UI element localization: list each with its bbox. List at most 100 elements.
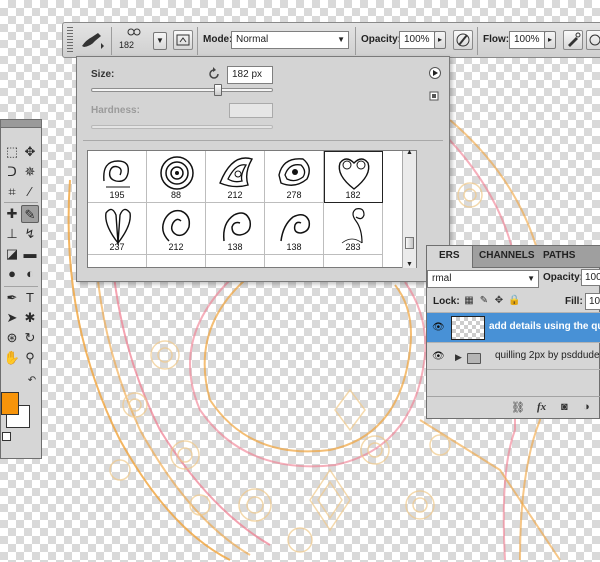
brush-grid-scrollbar[interactable]: ▲ ▼ (402, 149, 416, 268)
hand-icon[interactable]: ✋ (3, 349, 21, 367)
brush-preset-partial[interactable] (324, 255, 383, 267)
opacity-field[interactable]: 100% (399, 31, 435, 49)
layer-group-row[interactable]: 👁 ▶ quilling 2px by psddude (427, 344, 600, 370)
brush-tip-icon (103, 160, 130, 188)
options-bar-grip[interactable] (67, 27, 73, 53)
swap-colors-icon[interactable]: ↶ (23, 372, 41, 390)
brush-picker-toggle[interactable]: 182 (117, 27, 151, 55)
new-preset-icon[interactable] (429, 91, 439, 101)
blend-mode-value: rmal (432, 273, 452, 284)
brush-preset[interactable]: 138 (265, 203, 324, 255)
lock-all-icon[interactable]: 🔒 (508, 295, 520, 307)
stamp-icon[interactable]: ⊥ (3, 225, 21, 243)
brush-preset-partial[interactable] (147, 255, 206, 267)
chevron-right-icon: ▸ (547, 35, 552, 44)
picker-menu-icon[interactable] (429, 67, 441, 79)
marquee-icon[interactable]: ⬚ (3, 143, 21, 161)
brush-preset-partial[interactable] (88, 255, 147, 267)
expand-arrow-icon[interactable]: ▶ (455, 352, 462, 363)
flow-field[interactable]: 100% (509, 31, 545, 49)
lasso-icon[interactable]: ᑐ (3, 163, 21, 181)
brush-icon[interactable]: ✎ (21, 205, 39, 223)
tab-layers[interactable]: ERS (439, 250, 460, 261)
lock-pixels-icon[interactable]: ✎ (478, 295, 490, 307)
layer-name[interactable]: add details using the quil (489, 321, 600, 332)
healing-icon[interactable]: ✚ (3, 205, 21, 223)
reset-size-icon[interactable] (207, 67, 221, 81)
opacity-label: Opacity: (361, 34, 402, 45)
move-icon[interactable]: ✥ (21, 143, 39, 161)
fill-field[interactable]: 100 (585, 293, 600, 310)
layer-name[interactable]: quilling 2px by psddude (495, 350, 600, 361)
tab-channels[interactable]: CHANNELS (479, 250, 535, 261)
brush-panel-toggle-button[interactable] (173, 30, 193, 50)
brush-preset[interactable]: 237 (88, 203, 147, 255)
zoom-icon[interactable]: ⚲ (21, 349, 39, 367)
brush-preset[interactable]: 195 (88, 151, 147, 203)
lock-transparency-icon[interactable]: ▦ (463, 295, 475, 307)
brush-tool-preset-icon[interactable] (79, 31, 105, 49)
link-layers-icon[interactable]: ⛓ (511, 401, 525, 414)
brush-preset[interactable]: 278 (265, 151, 324, 203)
mode-select[interactable]: Normal ▼ (231, 31, 349, 49)
brush-preset[interactable]: 212 (147, 203, 206, 255)
path-select-icon[interactable]: ➤ (3, 309, 21, 327)
size-slider-track[interactable] (91, 88, 273, 92)
eyedropper-icon[interactable]: ⁄ (21, 183, 39, 201)
gradient-icon[interactable]: ▬ (21, 245, 39, 263)
size-field[interactable]: 182 px (227, 66, 273, 84)
tab-paths[interactable]: PATHS (543, 250, 575, 261)
lock-options: ▦ ✎ ✥ 🔒 (463, 295, 520, 307)
scroll-down-icon[interactable]: ▼ (406, 261, 413, 268)
scroll-up-icon[interactable]: ▲ (406, 149, 413, 156)
visibility-eye-icon[interactable]: 👁 (432, 351, 445, 362)
magic-wand-icon[interactable]: ✵ (21, 163, 39, 181)
brush-preset[interactable]: 212 (206, 151, 265, 203)
brush-preset[interactable]: 283 (324, 203, 383, 255)
layer-row[interactable]: 👁 add details using the quil (427, 313, 600, 343)
brush-size-readout: 182 (119, 40, 135, 50)
tablet-pressure-opacity-button[interactable] (453, 30, 473, 50)
add-mask-icon[interactable]: ◙ (561, 401, 568, 413)
hardness-slider-track[interactable] (91, 125, 273, 129)
brush-preset[interactable]: 138 (206, 203, 265, 255)
size-slider-thumb[interactable] (214, 84, 222, 96)
pen-icon[interactable]: ✒ (3, 289, 21, 307)
dodge-icon[interactable]: ◐ (21, 265, 39, 283)
brush-picker-dropdown-button[interactable]: ▼ (153, 32, 167, 50)
fill-label: Fill: (565, 296, 583, 307)
flow-slider-button[interactable]: ▸ (544, 31, 556, 49)
3d-rotate-icon[interactable]: ↻ (21, 329, 39, 347)
shape-icon[interactable]: ✱ (21, 309, 39, 327)
brush-preset-picker: Size: 182 px Hardness: 195 88 212 278 182 237… (76, 56, 450, 282)
hardness-field[interactable] (229, 103, 273, 118)
history-brush-icon[interactable]: ↯ (21, 225, 39, 243)
scrollbar-thumb[interactable] (405, 237, 414, 249)
brush-preset-size: 138 (286, 242, 302, 252)
blur-icon[interactable]: ● (3, 265, 21, 283)
visibility-eye-icon[interactable]: 👁 (432, 322, 445, 333)
brush-preset[interactable]: 182 (324, 151, 383, 203)
eraser-icon[interactable]: ◪ (3, 245, 21, 263)
type-icon[interactable]: T (21, 289, 39, 307)
layer-opacity-field[interactable]: 100 (581, 269, 600, 286)
3d-icon[interactable]: ⊛ (3, 329, 21, 347)
fx-icon[interactable]: fx (537, 401, 546, 413)
airbrush-button[interactable] (563, 30, 583, 50)
brush-preset-partial[interactable] (265, 255, 324, 267)
flow-value: 100% (514, 34, 540, 45)
brush-preset-size: 182 (345, 190, 361, 200)
layer-blend-mode-select[interactable]: rmal ▼ (427, 270, 539, 288)
lock-label: Lock: (433, 296, 460, 307)
opacity-slider-button[interactable]: ▸ (434, 31, 446, 49)
brush-preset[interactable]: 88 (147, 151, 206, 203)
crop-icon[interactable]: ⌗ (3, 183, 21, 201)
tablet-pressure-size-button[interactable] (586, 30, 600, 50)
tools-panel-header[interactable] (1, 120, 41, 128)
spiral-deco (287, 527, 313, 553)
adjustment-layer-icon[interactable]: ◑ (583, 401, 590, 413)
brush-preset-partial[interactable] (206, 255, 265, 267)
foreground-color-swatch[interactable] (1, 392, 19, 415)
default-colors-icon[interactable] (2, 432, 11, 441)
lock-position-icon[interactable]: ✥ (493, 295, 505, 307)
